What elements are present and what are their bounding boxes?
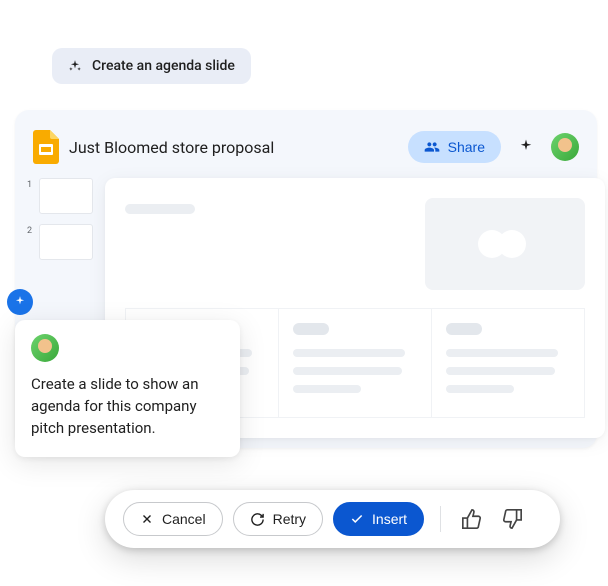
- placeholder-line: [446, 385, 514, 393]
- retry-button[interactable]: Retry: [233, 502, 323, 536]
- close-icon: [140, 512, 154, 526]
- placeholder-line: [446, 349, 558, 357]
- placeholder-line: [446, 367, 555, 375]
- prompt-text: Create a slide to show an agenda for thi…: [31, 374, 224, 439]
- sparkle-icon[interactable]: [517, 138, 535, 156]
- share-button[interactable]: Share: [408, 131, 501, 163]
- placeholder-line: [293, 385, 361, 393]
- share-label: Share: [448, 139, 485, 155]
- canvas-hero-text: [125, 198, 409, 290]
- canvas-column: [278, 308, 431, 418]
- slides-logo-icon: [33, 130, 59, 164]
- thumbnail-number: 1: [27, 178, 35, 190]
- placeholder-line: [293, 367, 402, 375]
- check-icon: [350, 512, 364, 526]
- thumbs-up-icon: [461, 508, 483, 530]
- thumbs-down-icon: [501, 508, 523, 530]
- sparkle-icon: [68, 59, 82, 73]
- placeholder-line: [293, 323, 329, 335]
- placeholder-line: [293, 349, 405, 357]
- thumbnail-row[interactable]: 2: [27, 224, 95, 260]
- thumbnail-row[interactable]: 1: [27, 178, 95, 214]
- thumbnail[interactable]: [39, 178, 93, 214]
- suggestion-label: Create an agenda slide: [92, 58, 235, 74]
- thumbs-down-button[interactable]: [497, 504, 527, 534]
- refresh-icon: [250, 512, 265, 527]
- people-icon: [424, 139, 440, 155]
- insert-button[interactable]: Insert: [333, 502, 424, 536]
- divider: [440, 506, 441, 532]
- insert-label: Insert: [372, 511, 407, 527]
- avatar[interactable]: [551, 133, 579, 161]
- action-bar: Cancel Retry Insert: [105, 490, 560, 548]
- thumbs-up-button[interactable]: [457, 504, 487, 534]
- canvas-hero: [125, 198, 585, 290]
- suggestion-chip[interactable]: Create an agenda slide: [52, 48, 251, 84]
- cancel-label: Cancel: [162, 511, 206, 527]
- canvas-column: [431, 308, 585, 418]
- thumbnail-number: 2: [27, 224, 35, 236]
- prompt-card: Create a slide to show an agenda for thi…: [15, 320, 240, 457]
- retry-label: Retry: [273, 511, 306, 527]
- placeholder-line: [446, 323, 482, 335]
- thumbnail[interactable]: [39, 224, 93, 260]
- avatar: [31, 334, 59, 362]
- app-header: Just Bloomed store proposal Share: [15, 126, 597, 178]
- cancel-button[interactable]: Cancel: [123, 502, 223, 536]
- placeholder-line: [125, 204, 195, 214]
- document-title[interactable]: Just Bloomed store proposal: [69, 138, 398, 157]
- canvas-hero-image: [425, 198, 585, 290]
- ai-sparkle-badge[interactable]: [7, 289, 33, 315]
